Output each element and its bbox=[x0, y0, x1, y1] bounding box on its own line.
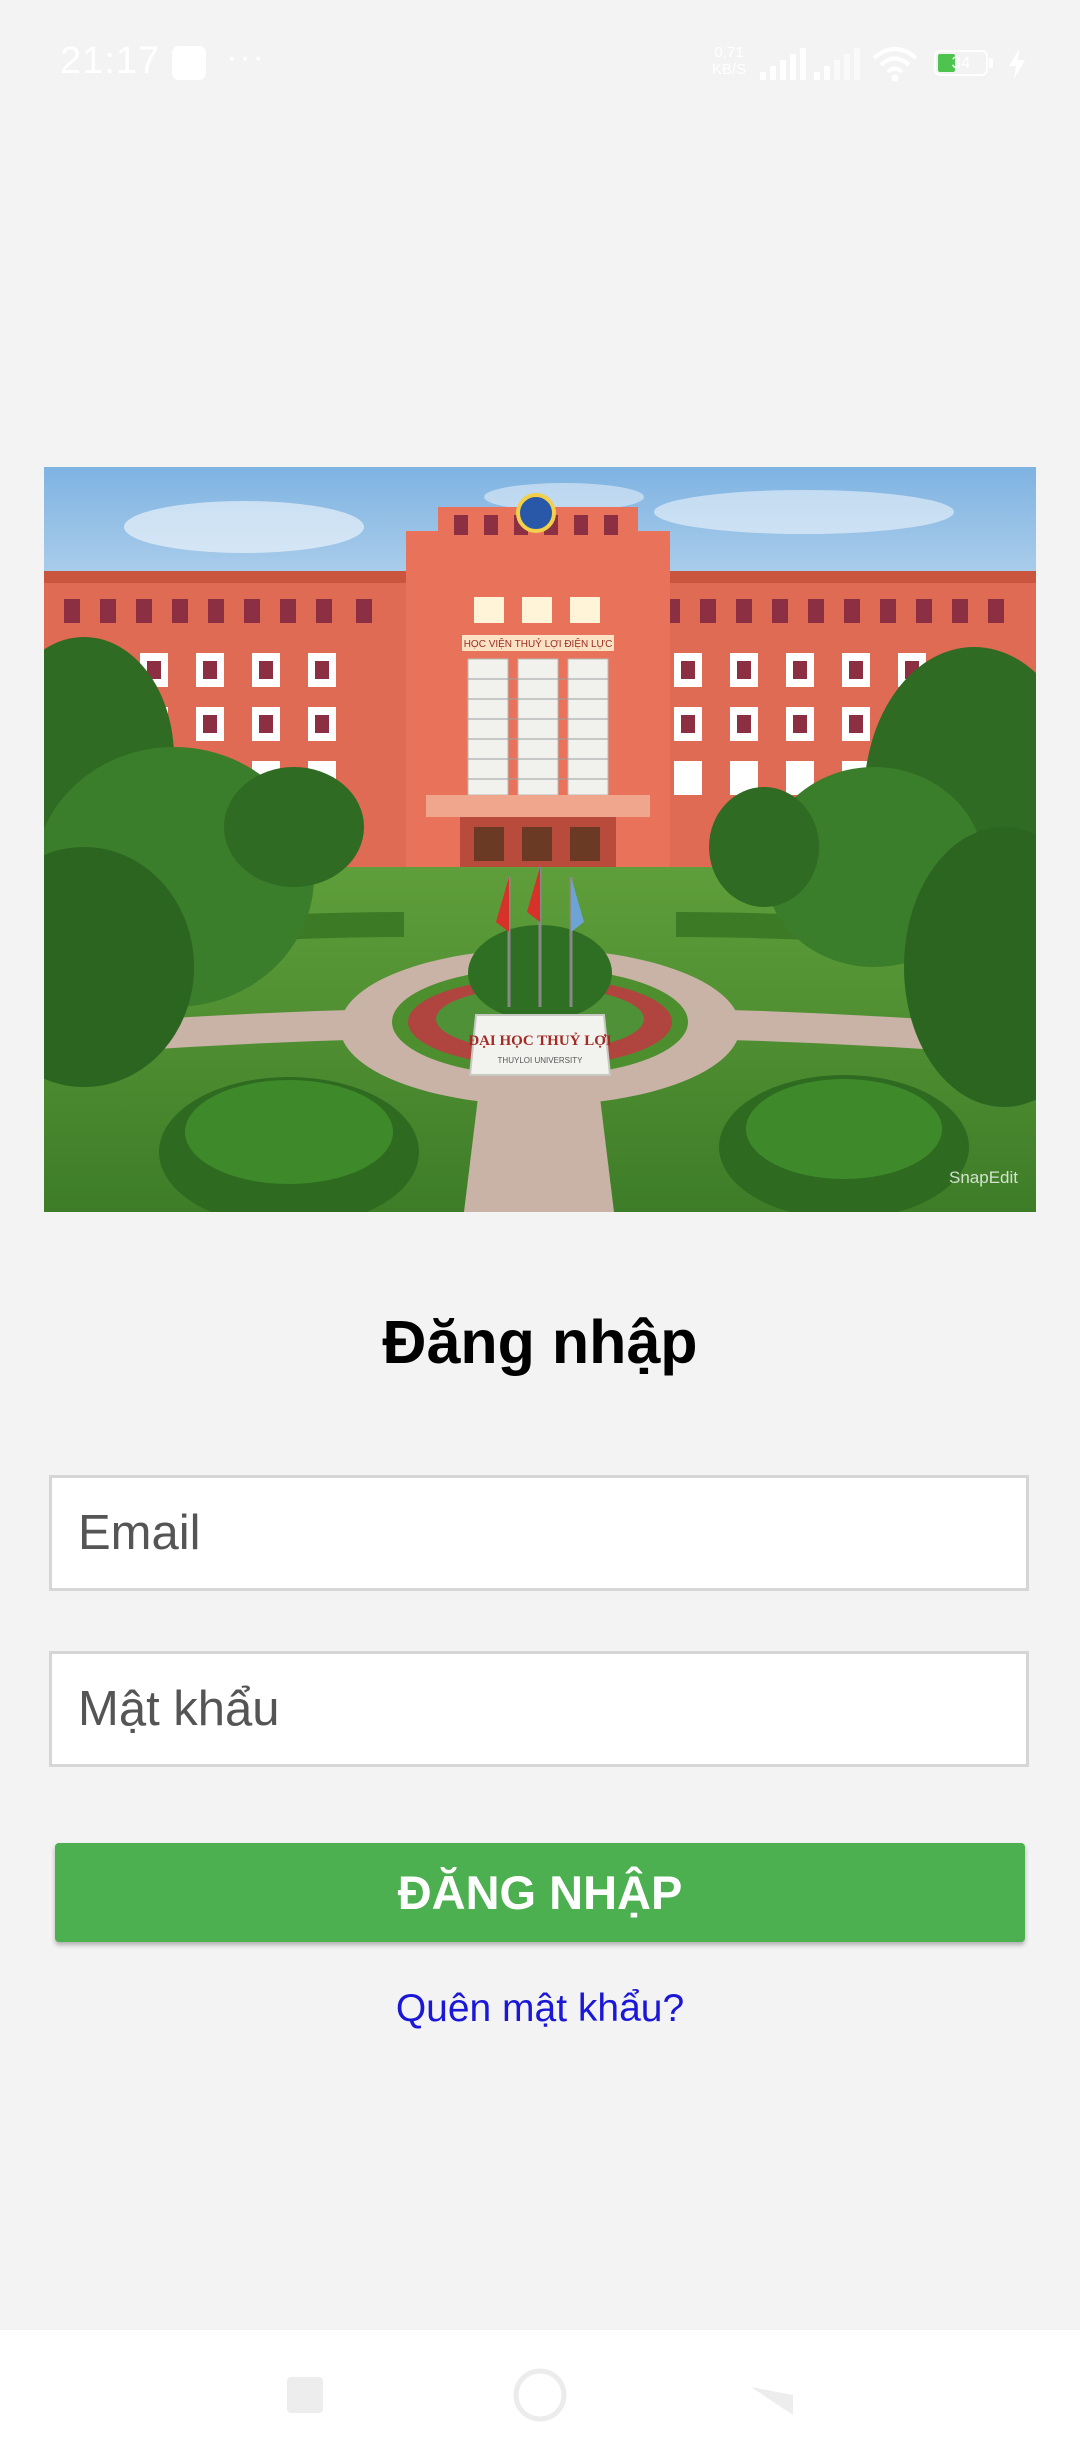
battery-cap bbox=[989, 58, 993, 68]
home-button[interactable] bbox=[440, 2330, 640, 2460]
back-icon bbox=[751, 2387, 793, 2415]
signal-icon bbox=[760, 48, 806, 80]
battery-icon: 34 bbox=[934, 50, 996, 78]
navigation-bar bbox=[0, 2330, 1080, 2460]
network-speed: 0,71 KB/S bbox=[706, 44, 752, 78]
recents-icon bbox=[287, 2377, 323, 2413]
photo-watermark: SnapEdit bbox=[949, 1168, 1018, 1187]
network-speed-value: 0,71 bbox=[714, 44, 744, 61]
battery-level: 34 bbox=[951, 53, 971, 72]
app-notification-icon bbox=[172, 46, 206, 80]
campus-photo: HỌC VIỆN THUỶ LỢI ĐIỆN LỰC ĐẠI HỌC THUỶ … bbox=[44, 467, 1036, 1212]
monument-subtitle: THUYLOI UNIVERSITY bbox=[498, 1056, 584, 1065]
status-time: 21:17 bbox=[60, 40, 161, 82]
signal-icon bbox=[814, 48, 860, 80]
monument-title: ĐẠI HỌC THUỶ LỢI bbox=[468, 1032, 612, 1049]
building-sign: HỌC VIỆN THUỶ LỢI ĐIỆN LỰC bbox=[464, 637, 613, 650]
forgot-password-link[interactable]: Quên mật khẩu? bbox=[0, 1981, 1080, 2037]
home-icon bbox=[513, 2368, 567, 2422]
login-title: Đăng nhập bbox=[382, 1308, 698, 1376]
more-notifications-indicator: ··· bbox=[226, 38, 266, 76]
charging-icon bbox=[1009, 49, 1025, 79]
status-bar: 21:17 ··· 0,71 KB/S 34 bbox=[0, 0, 1080, 120]
recents-button[interactable] bbox=[205, 2330, 405, 2460]
wifi-icon bbox=[872, 47, 918, 82]
email-input[interactable] bbox=[49, 1475, 1029, 1591]
password-input[interactable] bbox=[49, 1651, 1029, 1767]
back-button[interactable] bbox=[675, 2330, 875, 2460]
login-button[interactable]: ĐĂNG NHẬP bbox=[55, 1843, 1025, 1942]
network-speed-unit: KB/S bbox=[711, 61, 747, 78]
